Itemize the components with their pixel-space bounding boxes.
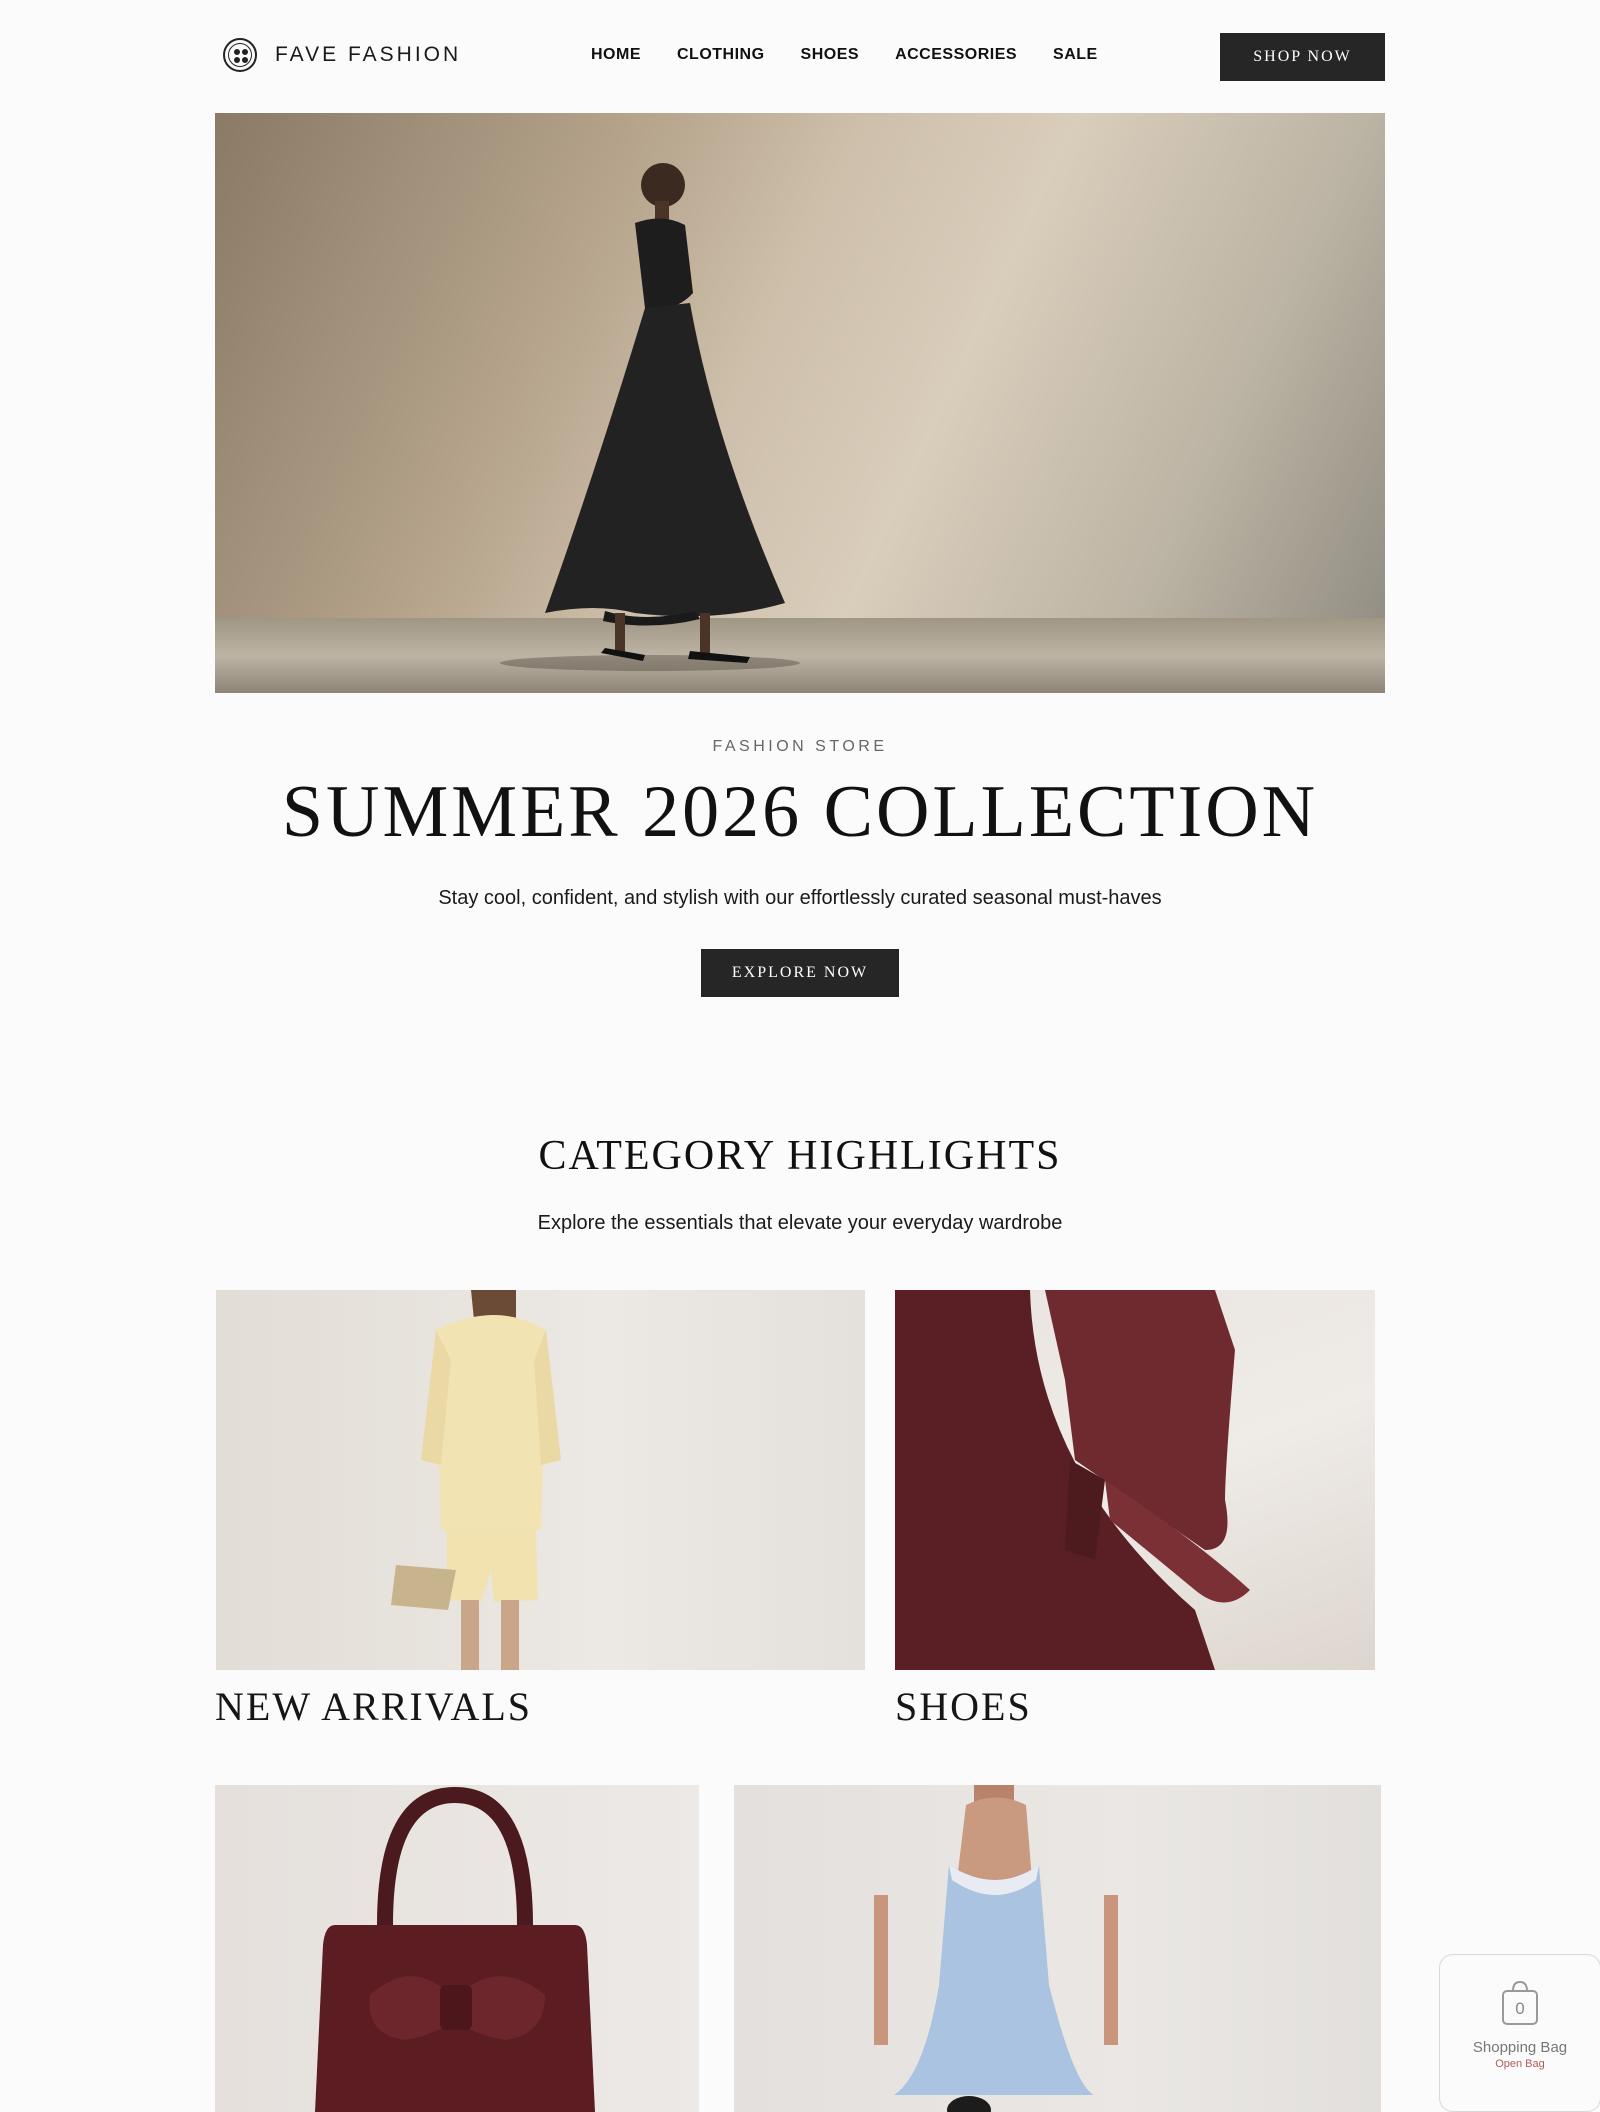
category-card-new-arrivals-label[interactable]: NEW ARRIVALS xyxy=(215,1683,532,1730)
category-card-shoes-label[interactable]: SHOES xyxy=(895,1683,1032,1730)
button-logo-icon xyxy=(223,38,257,72)
shopping-bag-icon: 0 xyxy=(1500,1979,1540,2027)
hero-eyebrow: FASHION STORE xyxy=(712,738,888,755)
category-card-new-arrivals-image[interactable] xyxy=(216,1290,865,1670)
hero-image xyxy=(215,113,1385,693)
category-card-bags-image[interactable] xyxy=(215,1785,699,2112)
category-section-subtitle: Explore the essentials that elevate your… xyxy=(537,1212,1063,1234)
handbag-illustration xyxy=(315,1786,595,2112)
nav-item-home[interactable]: HOME xyxy=(591,46,641,64)
shop-now-button[interactable]: SHOP NOW xyxy=(1220,33,1385,81)
hero-title: SUMMER 2026 COLLECTION xyxy=(281,771,1319,853)
explore-now-button[interactable]: EXPLORE NOW xyxy=(701,949,899,997)
hero-subtitle: Stay cool, confident, and stylish with o… xyxy=(438,887,1162,909)
category-card-dresses-image[interactable] xyxy=(734,1785,1381,2112)
brand-logo[interactable]: FAVE FASHION xyxy=(223,38,461,72)
brand-name: FAVE FASHION xyxy=(275,43,462,66)
model-illustration xyxy=(500,163,800,671)
nav-item-clothing[interactable]: CLOTHING xyxy=(677,46,765,64)
boots-illustration xyxy=(895,1290,1250,1670)
main-nav: HOME CLOTHING SHOES ACCESSORIES SALE xyxy=(591,46,1098,64)
model-illustration xyxy=(874,1785,1118,2112)
nav-item-accessories[interactable]: ACCESSORIES xyxy=(895,46,1017,64)
shopping-bag-widget[interactable]: 0 Shopping Bag Open Bag xyxy=(1439,1954,1600,2112)
category-card-shoes-image[interactable] xyxy=(895,1290,1375,1670)
bag-title: Shopping Bag xyxy=(1472,2039,1568,2056)
category-section-title: CATEGORY HIGHLIGHTS xyxy=(538,1133,1062,1179)
open-bag-link[interactable]: Open Bag xyxy=(1495,2058,1545,2070)
bag-count: 0 xyxy=(1515,1999,1525,2018)
model-illustration xyxy=(391,1290,561,1670)
nav-item-sale[interactable]: SALE xyxy=(1053,46,1098,64)
nav-item-shoes[interactable]: SHOES xyxy=(801,46,860,64)
